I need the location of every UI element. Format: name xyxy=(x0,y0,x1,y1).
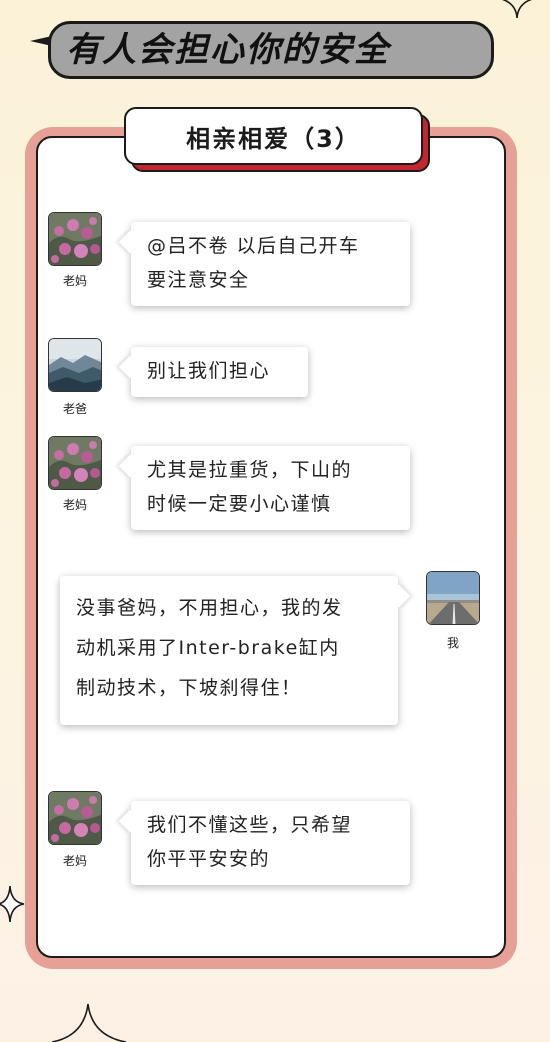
mountains-photo-avatar[interactable] xyxy=(48,338,102,392)
flowers-photo-avatar[interactable] xyxy=(48,791,102,845)
sparkle-icon xyxy=(0,885,25,923)
message-bubble[interactable]: @吕不卷 以后自己开车 要注意安全 xyxy=(118,222,410,306)
message-bubble[interactable]: 尤其是拉重货，下山的 时候一定要小心谨慎 xyxy=(118,446,410,530)
message-line: 动机采用了Inter-brake缸内 xyxy=(76,637,340,659)
sparkle-icon xyxy=(502,0,532,19)
sender-name: 老妈 xyxy=(62,274,87,288)
sender-name: 我 xyxy=(446,636,459,650)
message-line: 我们不懂这些，只希望 xyxy=(147,814,353,836)
sparkle-icon xyxy=(51,1003,127,1042)
message-bubble[interactable]: 别让我们担心 xyxy=(118,347,308,397)
flowers-photo-avatar[interactable] xyxy=(48,212,102,266)
road-photo-avatar[interactable] xyxy=(426,571,480,625)
flowers-photo-avatar[interactable] xyxy=(48,436,102,490)
message-line: 时候一定要小心谨慎 xyxy=(147,493,332,515)
message-line: 要注意安全 xyxy=(147,269,250,291)
message-line: 尤其是拉重货，下山的 xyxy=(147,459,353,481)
message-line: 没事爸妈，不用担心，我的发 xyxy=(76,597,343,619)
message-line: @吕不卷 以后自己开车 xyxy=(147,235,360,257)
group-name: 相亲相爱（3） xyxy=(124,107,423,165)
message-line: 别让我们担心 xyxy=(147,360,271,382)
message-bubble[interactable]: 我们不懂这些，只希望 你平平安安的 xyxy=(118,801,410,885)
sender-name: 老妈 xyxy=(62,854,87,868)
page-title: 有人会担心你的安全 xyxy=(66,30,390,70)
sender-name: 老妈 xyxy=(62,498,87,512)
message-line: 制动技术，下坡刹得住！ xyxy=(76,677,302,699)
message-line: 你平平安安的 xyxy=(147,848,271,870)
sender-name: 老爸 xyxy=(62,402,87,416)
message-bubble[interactable]: 没事爸妈，不用担心，我的发 动机采用了Inter-brake缸内 制动技术，下坡… xyxy=(60,576,411,725)
